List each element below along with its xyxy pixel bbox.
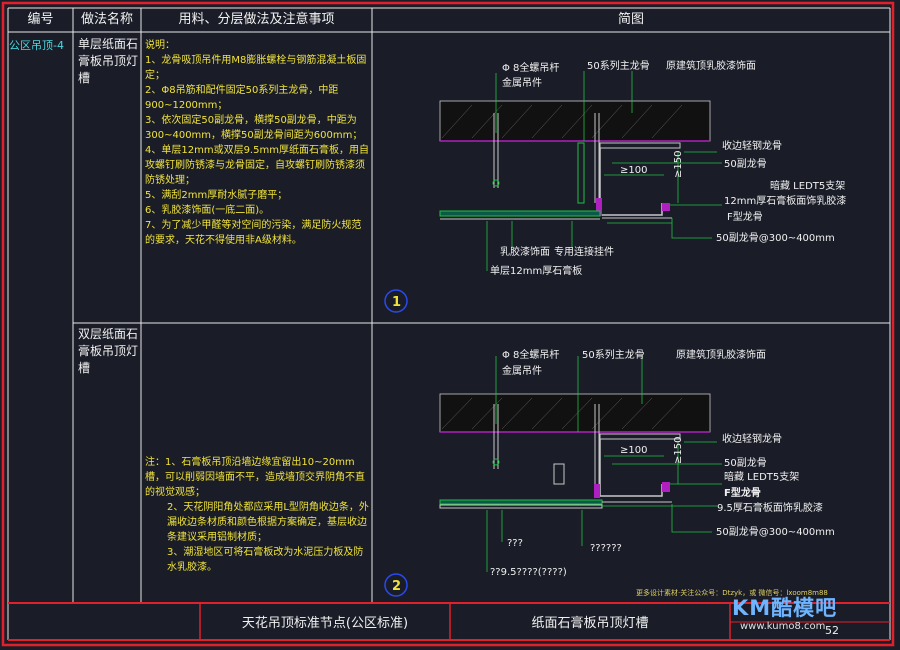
label-connector: 专用连接挂件: [554, 245, 614, 258]
header-method: 做法名称: [80, 12, 133, 27]
light-trough: [599, 148, 663, 216]
row1-notes: 说明： 1、龙骨吸顶吊件用M8膨胀螺栓与钢筋混凝土板固定； 2、Φ8吊筋和配件固…: [145, 38, 369, 248]
label-hanger: 金属吊件: [502, 364, 542, 377]
dim-150: ≥150: [673, 437, 684, 464]
label-q1: ???: [507, 538, 523, 549]
note-line: 7、为了减少甲醛等对空间的污染，满足防火规范的要求，天花不得使用非A级材料。: [145, 220, 362, 246]
concrete-slab: [439, 393, 711, 433]
note-line: 2、天花阴阳角处都应采用L型阴角收边条，外漏收边条材质和颜色根据方案确定，基层收…: [167, 502, 369, 543]
label-slab: 原建筑顶乳胶漆饰面: [666, 59, 756, 72]
page-number: 52: [825, 624, 839, 637]
label-sub-keel-spacing: 50副龙骨@300~400mm: [716, 231, 835, 244]
header-diagram: 简图: [617, 12, 644, 27]
note-line: 说明：: [145, 40, 175, 51]
label-f-keel: F型龙骨: [727, 210, 763, 223]
note-line: 4、单层12mm或双层9.5mm厚纸面石膏板，用自攻螺钉刷防锈漆与龙骨固定，自攻…: [145, 145, 369, 186]
led-fixture: [662, 482, 670, 492]
label-q2: ??????: [590, 543, 622, 554]
note-line: 3、依次固定50副龙骨，横撑50副龙骨，中距为300~400mm，横撑50副龙骨…: [145, 115, 363, 141]
label-board-paint: 12mm厚石膏板面饰乳胶漆: [724, 194, 846, 207]
header-no: 编号: [27, 12, 54, 27]
label-sub-keel: 50副龙骨: [724, 456, 767, 469]
ceiling-detail-diagram-2: ≥100 ≥150 Φ 8全螺吊杆 金属吊件 50系列主龙骨 原建筑顶乳胶漆饰面…: [384, 348, 835, 597]
note-line: 2、Φ8吊筋和配件固定50系列主龙骨，中距900~1200mm；: [145, 85, 339, 111]
label-board-paint: 9.5厚石膏板面饰乳胶漆: [717, 501, 823, 514]
ceiling-detail-diagram-1: ≥100 ≥150 Φ 8全螺吊杆 金属吊件 50系列主龙骨 原建筑顶乳胶漆饰面…: [384, 59, 846, 313]
dim-150: ≥150: [673, 151, 684, 178]
label-hanger: 金属吊件: [502, 76, 542, 89]
main-keel: [577, 142, 585, 204]
dim-100: ≥100: [620, 445, 647, 456]
gypsum-board: [439, 210, 601, 217]
label-sub-keel: 50副龙骨: [724, 157, 767, 170]
footer-title-right: 纸面石膏板吊顶灯槽: [531, 616, 649, 631]
label-led: 暗藏 LEDT5支架: [770, 179, 845, 192]
row-code: 公区吊顶-4: [9, 39, 64, 52]
label-q3: ??9.5????(????): [490, 567, 567, 578]
main-keel: [553, 463, 565, 485]
logo: KM酷模吧: [732, 596, 838, 620]
note-line: 5、满刮2mm厚耐水腻子磨平；: [145, 190, 288, 201]
note-line: 6、乳胶漆饰面(一底二面)。: [145, 205, 270, 216]
label-edge-keel: 收边轻钢龙骨: [722, 139, 782, 152]
f-keel: [594, 484, 600, 498]
row2-notes: 注：1、石膏板吊顶沿墙边缘宜留出10~20mm槽，可以削弱因墙面不平，造成墙顶交…: [145, 455, 369, 575]
label-edge-keel: 收边轻钢龙骨: [722, 432, 782, 445]
label-main-keel: 50系列主龙骨: [582, 348, 645, 361]
label-latex: 乳胶漆饰面: [500, 245, 550, 258]
note-line: 3、潮湿地区可将石膏板改为水泥压力板及防水乳胶漆。: [167, 547, 364, 573]
note-line: 1、龙骨吸顶吊件用M8膨胀螺栓与钢筋混凝土板固定；: [145, 55, 367, 81]
label-sub-keel-spacing: 50副龙骨@300~400mm: [716, 525, 835, 538]
label-f-keel: F型龙骨: [724, 486, 761, 499]
row1-method-name: 单层纸面石膏板吊顶灯槽: [78, 37, 139, 85]
header-materials: 用料、分层做法及注意事项: [178, 12, 335, 27]
edge-keel: [599, 433, 681, 440]
diagram-number: 2: [392, 579, 401, 594]
edge-keel: [599, 142, 681, 149]
label-rod: Φ 8全螺吊杆: [502, 348, 559, 361]
diagram-number: 1: [392, 295, 401, 310]
dim-100: ≥100: [620, 165, 647, 176]
footer-title-left: 天花吊顶标准节点(公区标准): [241, 616, 409, 631]
gypsum-board: [439, 499, 603, 505]
label-rod: Φ 8全螺吊杆: [502, 61, 559, 74]
gypsum-board-2: [439, 504, 603, 509]
label-main-keel: 50系列主龙骨: [587, 59, 650, 72]
label-slab: 原建筑顶乳胶漆饰面: [676, 348, 766, 361]
row2-method-name: 双层纸面石膏板吊顶灯槽: [78, 327, 139, 375]
led-fixture: [662, 203, 670, 211]
site-url: www.kumo8.com: [740, 621, 826, 632]
note-line: 注：1、石膏板吊顶沿墙边缘宜留出10~20mm槽，可以削弱因墙面不平，造成墙顶交…: [145, 457, 365, 498]
label-board: 单层12mm厚石膏板: [490, 264, 582, 277]
label-led: 暗藏 LEDT5支架: [724, 470, 799, 483]
concrete-slab: [439, 100, 711, 142]
